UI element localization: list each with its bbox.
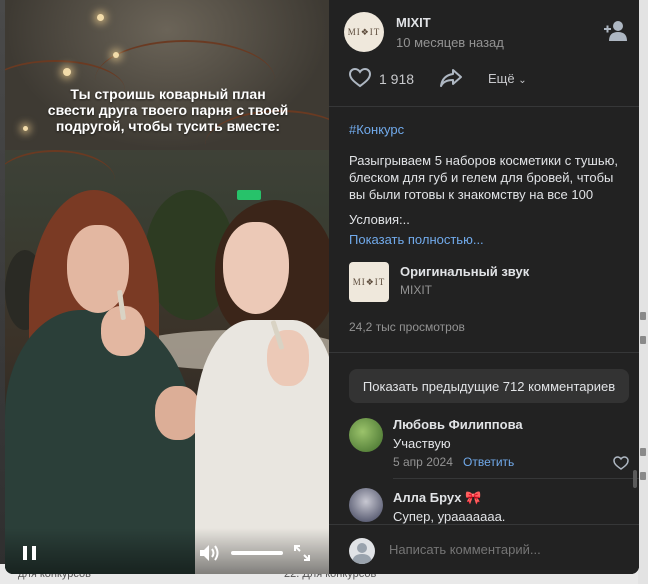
comment-text: Участвую <box>393 436 451 451</box>
divider <box>393 478 639 479</box>
show-full-link[interactable]: Показать полностью... <box>349 232 484 247</box>
post-description: Разыгрываем 5 наборов косметики с тушью,… <box>349 153 618 202</box>
clip-info-panel: MI❖IT MIXIT 10 месяцев назад 1 918 Ещё ⌄… <box>329 0 639 574</box>
comment-input-bar <box>329 524 639 574</box>
show-previous-comments-button[interactable]: Показать предыдущие 712 комментариев <box>349 369 629 403</box>
comment-date: 5 апр 2024 <box>393 455 453 469</box>
sound-artist[interactable]: MIXIT <box>400 283 432 297</box>
post-actions: 1 918 Ещё ⌄ <box>329 62 639 96</box>
post-date: 10 месяцев назад <box>396 35 504 50</box>
comment-text: Супер, урааааааа. <box>393 509 506 524</box>
heart-icon[interactable] <box>613 456 629 470</box>
ribbon-badge-icon: 🎀 <box>465 490 482 505</box>
scrollbar[interactable] <box>633 470 637 488</box>
video-exit-sign <box>237 190 261 200</box>
comment-input[interactable] <box>389 537 619 563</box>
author-avatar[interactable]: MI❖IT <box>344 12 384 52</box>
heart-icon[interactable] <box>349 68 371 88</box>
author-name[interactable]: MIXIT <box>396 15 431 30</box>
more-button[interactable]: Ещё ⌄ <box>488 71 527 86</box>
post-conditions: Условия:.. <box>349 212 410 227</box>
view-count: 24,2 тыс просмотров <box>349 320 465 334</box>
clip-viewer-modal: Ты строишь коварный план свести друга тв… <box>5 0 639 574</box>
share-icon[interactable] <box>439 68 463 88</box>
volume-slider[interactable] <box>231 551 283 555</box>
fullscreen-icon[interactable] <box>293 544 311 562</box>
divider <box>329 106 639 107</box>
comment-author[interactable]: Любовь Филиппова <box>393 417 523 432</box>
page-right-edge <box>638 0 648 584</box>
sound-cover[interactable]: MI❖IT <box>349 262 389 302</box>
video-player[interactable]: Ты строишь коварный план свести друга тв… <box>5 0 329 574</box>
comment-author[interactable]: Алла Брух 🎀 <box>393 490 481 506</box>
avatar <box>349 538 375 564</box>
hashtag-link[interactable]: #Конкурс <box>349 122 404 137</box>
volume-icon[interactable] <box>199 544 221 562</box>
reply-link[interactable]: Ответить <box>463 455 514 469</box>
more-label: Ещё <box>488 71 515 86</box>
sound-title[interactable]: Оригинальный звук <box>400 264 529 279</box>
like-count: 1 918 <box>379 71 415 87</box>
video-caption: Ты строишь коварный план свести друга тв… <box>47 86 289 134</box>
divider <box>329 352 639 353</box>
avatar[interactable] <box>349 418 383 452</box>
pause-icon[interactable] <box>23 546 37 560</box>
add-friend-icon[interactable] <box>603 20 629 42</box>
avatar[interactable] <box>349 488 383 522</box>
chevron-down-icon: ⌄ <box>518 75 527 86</box>
